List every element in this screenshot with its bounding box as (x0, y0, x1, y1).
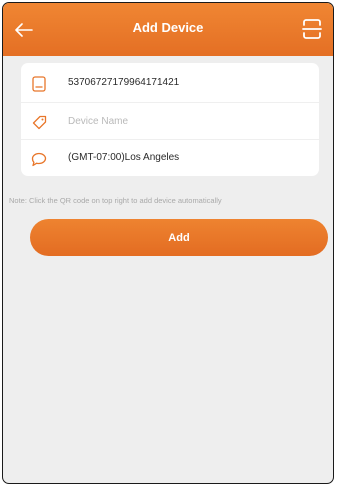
add-button[interactable]: Add (30, 219, 328, 256)
page-title: Add Device (132, 20, 204, 35)
device-form: 53706727179964171421 (GMT-07:00)Los Ange… (21, 63, 319, 176)
qr-note: Note: Click the QR code on top right to … (9, 196, 222, 205)
app-header: Add Device (3, 3, 333, 56)
device-name-row (21, 102, 319, 140)
tag-icon (31, 114, 47, 130)
timezone-value: (GMT-07:00)Los Angeles (68, 152, 180, 163)
device-id-value: 53706727179964171421 (68, 77, 180, 88)
device-id-row: 53706727179964171421 (21, 65, 319, 102)
id-card-icon (31, 76, 47, 92)
chat-bubble-icon (31, 151, 47, 167)
qr-scan-icon (302, 19, 322, 39)
phone-screen: Add Device 53706727179964171421 Device N… (2, 2, 334, 484)
timezone-row[interactable]: (GMT-07:00)Los Angeles (21, 139, 319, 177)
qr-scan-button[interactable] (301, 17, 323, 41)
device-name-field[interactable] (66, 111, 300, 131)
